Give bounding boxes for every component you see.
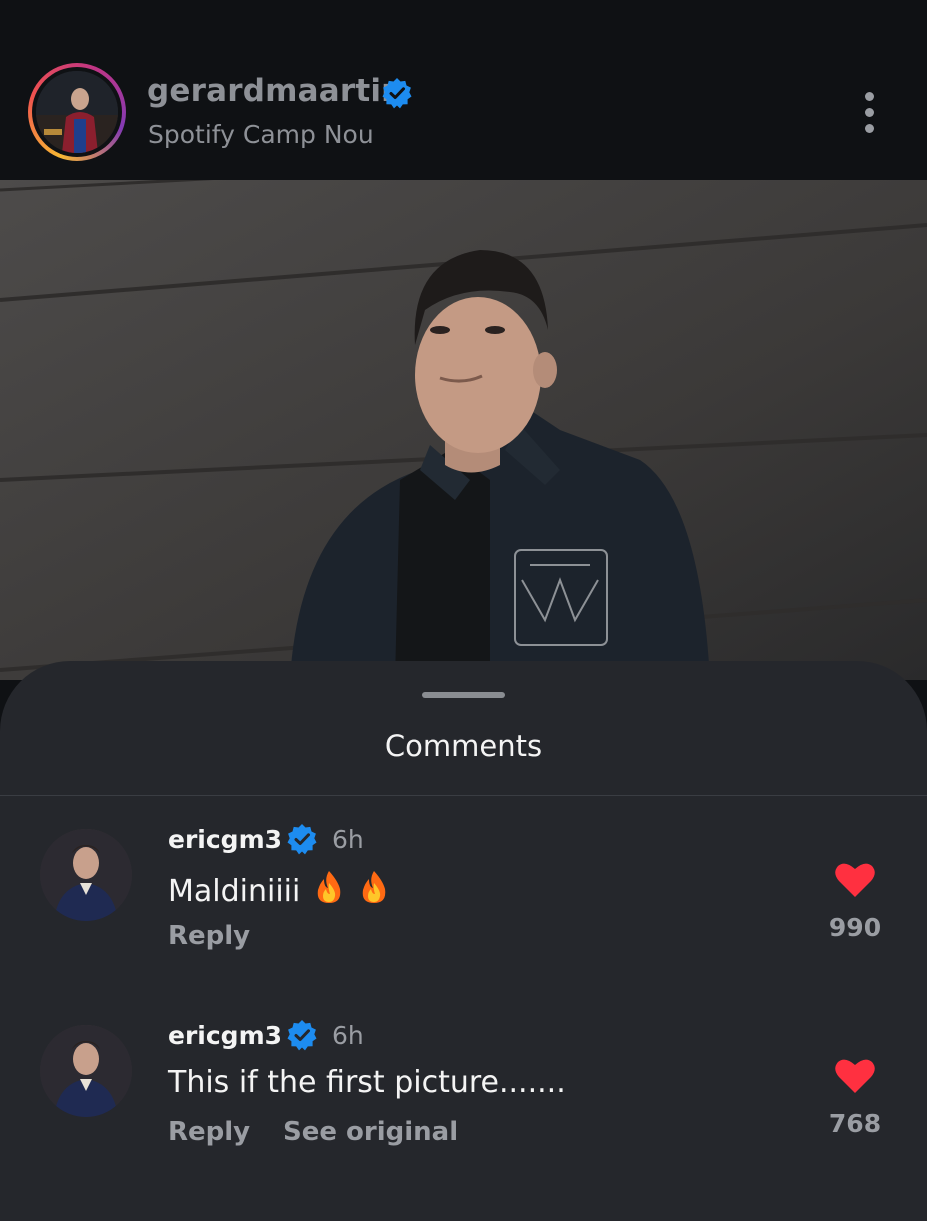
reply-button[interactable]: Reply <box>168 1117 250 1147</box>
fire-icon <box>363 871 386 903</box>
comment-item: ericgm3 6h Maldiniiii Reply 990 <box>0 824 927 999</box>
verified-badge-icon <box>287 824 317 855</box>
reply-button[interactable]: Reply <box>168 921 250 951</box>
fire-icon <box>317 871 341 903</box>
more-vertical-icon[interactable] <box>855 88 885 138</box>
post-photo[interactable] <box>0 180 927 680</box>
comment-text-body: Maldiniiii <box>168 874 301 909</box>
heart-icon[interactable] <box>834 861 876 899</box>
post-location[interactable]: Spotify Camp Nou <box>148 120 374 149</box>
comment-username[interactable]: ericgm3 <box>168 1021 282 1050</box>
post-header: gerardmaartin Spotify Camp Nou <box>0 0 927 180</box>
drag-handle[interactable] <box>422 692 505 698</box>
like-count: 768 <box>828 1109 882 1138</box>
like-count: 990 <box>828 913 882 942</box>
commenter-avatar[interactable] <box>40 829 132 921</box>
comment-username[interactable]: ericgm3 <box>168 825 282 854</box>
comment-item: ericgm3 6h This if the first picture....… <box>0 1020 927 1195</box>
verified-badge-icon <box>382 78 412 109</box>
comment-time: 6h <box>332 825 364 854</box>
verified-badge-icon <box>287 1020 317 1051</box>
post-username[interactable]: gerardmaartin <box>147 73 403 109</box>
post-author-avatar[interactable] <box>28 63 126 161</box>
comment-text: Maldiniiii <box>168 869 391 909</box>
comments-title: Comments <box>384 729 543 763</box>
comment-text: This if the first picture....... <box>168 1065 566 1100</box>
divider <box>0 795 927 796</box>
see-original-button[interactable]: See original <box>283 1117 458 1147</box>
comment-time: 6h <box>332 1021 364 1050</box>
commenter-avatar[interactable] <box>40 1025 132 1117</box>
heart-icon[interactable] <box>834 1057 876 1095</box>
comments-sheet: Comments ericgm3 6h Maldiniiii Reply 990… <box>0 661 927 1221</box>
